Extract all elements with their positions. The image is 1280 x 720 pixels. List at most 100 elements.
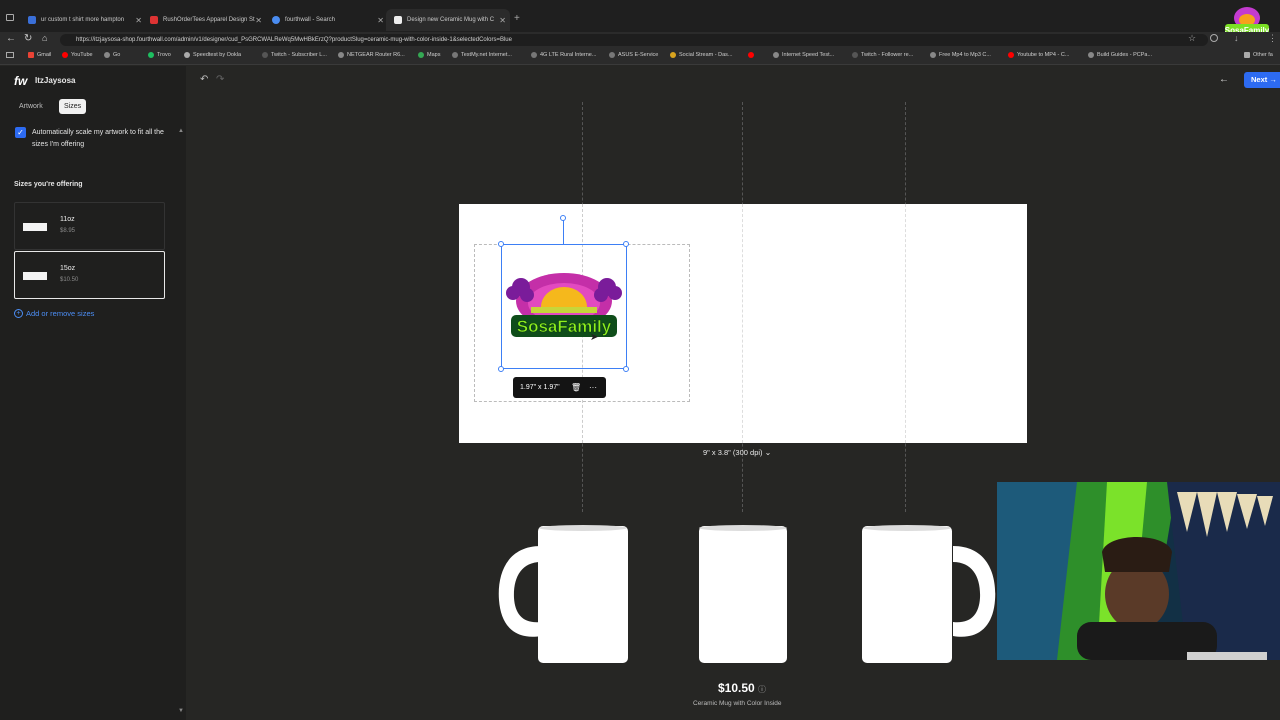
bookmark-item[interactable]: TestMy.net Internet... [452, 52, 512, 58]
size-card-15oz[interactable]: 15oz $10.50 [14, 251, 165, 299]
autoscale-checkbox[interactable]: ✓ [15, 127, 26, 138]
next-button[interactable]: Next → [1244, 72, 1280, 88]
bookmarks-bar: Gmail YouTube Go Trovo Speedtest by Ookl… [0, 48, 1280, 65]
bookmark-star-icon[interactable]: ☆ [1188, 33, 1196, 44]
bookmark-item[interactable]: Go [104, 52, 120, 58]
home-icon[interactable]: ⌂ [42, 33, 47, 43]
selection-box[interactable] [501, 244, 627, 369]
more-options-icon[interactable]: ··· [589, 377, 597, 398]
tab-sizes[interactable]: Sizes [59, 99, 87, 114]
back-arrow-icon[interactable]: ← [1219, 74, 1229, 85]
bookmark-item[interactable]: YouTube [62, 52, 93, 58]
browser-tab-3[interactable]: fourthwall - Search ✕ [272, 9, 384, 31]
bookmark-item[interactable]: Speedtest by Ookla [184, 52, 241, 58]
bookmark-item[interactable]: Youtube to MP4 - C... [1008, 52, 1069, 58]
next-label: Next [1251, 75, 1268, 84]
browser-tab-1[interactable]: ur custom t shirt more hampton ✕ [28, 9, 142, 31]
bookmark-item[interactable]: Trovo [148, 52, 171, 58]
bookmark-item[interactable]: Maps [418, 52, 440, 58]
product-name: Ceramic Mug with Color Inside [693, 700, 782, 707]
resize-handle-tr[interactable] [623, 241, 629, 247]
youtube-icon [62, 52, 68, 58]
resize-handle-br[interactable] [623, 366, 629, 372]
bookmark-item[interactable]: Twitch - Subscriber L... [262, 52, 327, 58]
trash-icon[interactable]: 🗑 [571, 377, 581, 398]
tab-close-icon[interactable]: ✕ [377, 16, 384, 25]
bookmark-item[interactable]: Internet Speed Test... [773, 52, 834, 58]
resize-handle-tl[interactable] [498, 241, 504, 247]
arrow-right-icon: → [1269, 75, 1277, 84]
bookmark-item[interactable]: Other fa [1244, 52, 1273, 58]
mug-preview-front[interactable] [698, 524, 788, 664]
sidebar-scrollbar[interactable]: ▲ ▼ [178, 128, 184, 718]
trovo-icon [148, 52, 154, 58]
size-name: 11oz [60, 216, 75, 223]
bookmark-item[interactable]: Gmail [28, 52, 51, 58]
scroll-up-icon[interactable]: ▲ [178, 128, 184, 134]
print-size-dropdown[interactable]: 9" x 3.8" (300 dpi) ⌄ [703, 448, 771, 457]
info-icon[interactable]: ⓘ [758, 685, 766, 694]
bookmark-item[interactable]: Social Stream - Das... [670, 52, 733, 58]
mug-thumbnail [23, 220, 47, 234]
tab-artwork[interactable]: Artwork [14, 99, 48, 114]
youtube-icon [1008, 52, 1014, 58]
globe-icon [773, 52, 779, 58]
bookmark-item[interactable]: 4G LTE Rural Interne... [531, 52, 596, 58]
tab-title: ur custom t shirt more hampton [41, 17, 125, 23]
size-price: $8.95 [60, 228, 76, 234]
rotate-handle-line [563, 220, 564, 244]
bookmark-item[interactable]: ASUS E-Service [609, 52, 658, 58]
bookmark-item[interactable] [748, 52, 757, 58]
download-icon[interactable]: ↓ [1234, 33, 1239, 43]
url-text: https://itzjaysosa-shop.fourthwall.com/a… [76, 37, 512, 43]
globe-icon [338, 52, 344, 58]
bookmark-item[interactable]: Build Guides - PCPa... [1088, 52, 1152, 58]
mug-thumbnail [23, 269, 47, 283]
size-card-11oz[interactable]: 11oz $8.95 [14, 202, 165, 250]
add-remove-sizes-link[interactable]: + Add or remove sizes [14, 309, 94, 318]
fourthwall-logo[interactable]: fw [14, 74, 27, 88]
menu-icon[interactable]: ⋮ [1268, 33, 1277, 44]
mug-preview-right[interactable] [861, 524, 1001, 664]
add-sizes-label: Add or remove sizes [26, 309, 95, 318]
asus-icon [609, 52, 615, 58]
apps-icon[interactable] [6, 52, 14, 58]
artwork-dimensions: 1.97" x 1.97" [520, 384, 560, 391]
scroll-down-icon[interactable]: ▼ [178, 708, 184, 714]
folder-icon [1244, 52, 1250, 58]
tab-overview-icon[interactable] [6, 14, 14, 21]
tab-favicon-icon [28, 16, 36, 24]
tab-title: RushOrderTees Apparel Design St [163, 17, 255, 23]
undo-icon[interactable]: ↶ [200, 74, 208, 85]
extensions-icon[interactable] [1210, 34, 1218, 42]
tab-close-icon[interactable]: ✕ [499, 16, 506, 25]
bookmark-item[interactable]: Free Mp4 to Mp3 C... [930, 52, 991, 58]
reload-icon[interactable]: ↻ [24, 33, 32, 44]
browser-tab-bar: ur custom t shirt more hampton ✕ RushOrd… [0, 0, 1280, 35]
tab-close-icon[interactable]: ✕ [135, 16, 142, 25]
resize-handle-bl[interactable] [498, 366, 504, 372]
twitch-icon [262, 52, 268, 58]
globe-icon [1088, 52, 1094, 58]
chevron-down-icon: ⌄ [764, 448, 772, 457]
globe-icon [104, 52, 110, 58]
back-icon[interactable]: ← [6, 33, 16, 44]
size-name: 15oz [60, 265, 76, 272]
streamer-webcam-overlay [997, 482, 1280, 660]
bookmark-item[interactable]: Twitch - Follower re... [852, 52, 913, 58]
bookmark-item[interactable]: NETGEAR Router R6... [338, 52, 405, 58]
new-tab-icon[interactable]: + [514, 13, 520, 24]
sidebar: fw ItzJaysosa Artwork Sizes ✓ Automatica… [0, 66, 186, 720]
redo-icon[interactable]: ↷ [216, 74, 224, 85]
shop-name: ItzJaysosa [35, 76, 76, 85]
browser-tab-2[interactable]: RushOrderTees Apparel Design St ✕ [150, 9, 262, 31]
canvas-guide-line [742, 204, 743, 443]
tab-close-icon[interactable]: ✕ [255, 16, 262, 25]
rotate-handle[interactable] [560, 215, 566, 221]
size-price: $10.50 [60, 277, 79, 283]
mug-preview-left[interactable] [493, 524, 633, 664]
speedtest-icon [184, 52, 190, 58]
browser-tab-4-active[interactable]: Design new Ceramic Mug with C ✕ [386, 9, 510, 31]
url-input[interactable]: https://itzjaysosa-shop.fourthwall.com/a… [60, 34, 1208, 46]
tab-title: Design new Ceramic Mug with C [407, 17, 495, 23]
